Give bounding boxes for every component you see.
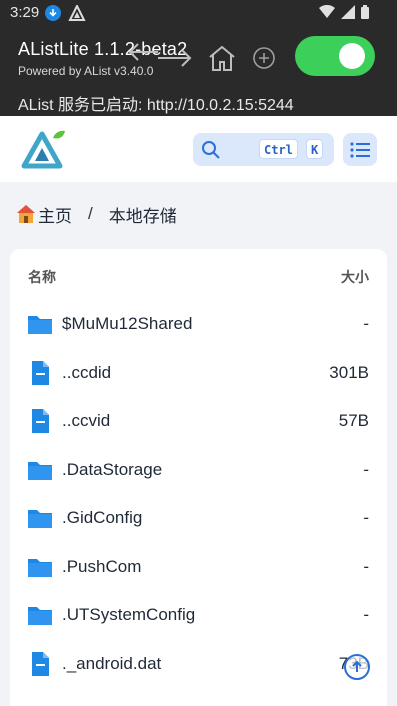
server-status-text: AList 服务已启动: http://10.0.2.15:5244: [18, 97, 294, 114]
item-size: -: [363, 508, 369, 527]
status-icons: [319, 5, 369, 19]
back-arrow-icon[interactable]: [124, 42, 160, 72]
search-icon: [202, 141, 220, 159]
list-header: 名称 大小: [28, 267, 369, 287]
ctrl-key-hint: Ctrl: [259, 139, 298, 159]
battery-icon: [361, 5, 369, 19]
item-name[interactable]: .UTSystemConfig: [62, 605, 195, 625]
status-time: 3:29: [10, 4, 40, 21]
folder-icon: [27, 506, 53, 530]
list-item[interactable]: ..ccdid 301B: [10, 349, 387, 397]
item-size: -: [363, 556, 369, 576]
folder-icon: [27, 312, 53, 336]
item-name[interactable]: ..ccdid: [62, 363, 111, 383]
breadcrumb: 主页 / 本地存储: [16, 202, 177, 226]
item-size: -: [363, 459, 369, 479]
item-size: 57B: [338, 411, 369, 430]
folder-icon: [27, 603, 53, 627]
list-view-button[interactable]: [343, 133, 377, 166]
breadcrumb-home[interactable]: 主页: [16, 202, 72, 227]
list-item[interactable]: ._android.dat73B: [10, 640, 387, 688]
file-icon: [27, 651, 53, 676]
app-header: 3:29 AListLite 1.1.2-beta2 Powered by AL…: [0, 0, 397, 116]
server-toggle[interactable]: [295, 36, 375, 76]
arrow-up-icon: [352, 660, 362, 672]
scroll-top-button[interactable]: [344, 654, 370, 680]
folder-icon: [27, 458, 53, 482]
breadcrumb-home-label: 主页: [38, 206, 72, 226]
forward-arrow-icon[interactable]: [156, 48, 194, 72]
item-size: -: [363, 605, 369, 624]
signal-icon: [341, 5, 355, 19]
column-size-header[interactable]: 大小: [341, 267, 369, 287]
breadcrumb-current[interactable]: 本地存储: [109, 202, 177, 227]
list-item[interactable]: .DataStorage -: [10, 446, 387, 494]
item-name[interactable]: $MuMu12Shared: [62, 314, 192, 334]
toggle-knob: [339, 43, 365, 69]
search-box[interactable]: Ctrl K: [193, 133, 334, 166]
alist-status-icon: [68, 3, 86, 21]
list-icon: [350, 141, 370, 158]
item-size: -: [363, 314, 369, 333]
file-icon: [27, 360, 53, 385]
breadcrumb-separator: /: [88, 204, 93, 223]
home-icon[interactable]: [207, 44, 237, 72]
alist-logo-icon[interactable]: [20, 126, 68, 170]
item-name[interactable]: ._android.dat: [62, 654, 161, 674]
item-name[interactable]: ..ccvid: [62, 411, 110, 431]
item-name[interactable]: .GidConfig: [62, 508, 142, 528]
list-item[interactable]: ..ccvid 57B: [10, 397, 387, 445]
add-circle-icon[interactable]: [252, 46, 276, 70]
list-item[interactable]: $MuMu12Shared -: [10, 300, 387, 348]
file-icon: [27, 409, 53, 433]
item-name[interactable]: .PushCom: [62, 557, 141, 577]
file-list: 名称 大小 $MuMu12Shared - ..ccdid 301B ..ccvid 57…: [10, 249, 387, 706]
list-item[interactable]: .GidConfig -: [10, 494, 387, 542]
wifi-icon: [319, 5, 335, 18]
download-icon: [45, 5, 61, 21]
house-icon: [17, 205, 35, 223]
nav-arrows: [124, 42, 194, 72]
folder-icon: [27, 555, 53, 579]
column-name-header[interactable]: 名称: [28, 267, 56, 287]
list-item[interactable]: .PushCom -: [10, 543, 387, 591]
item-size: 301B: [329, 362, 369, 382]
k-key-hint: K: [306, 139, 324, 159]
item-name[interactable]: .DataStorage: [62, 460, 162, 480]
list-item[interactable]: .UTSystemConfig -: [10, 591, 387, 639]
